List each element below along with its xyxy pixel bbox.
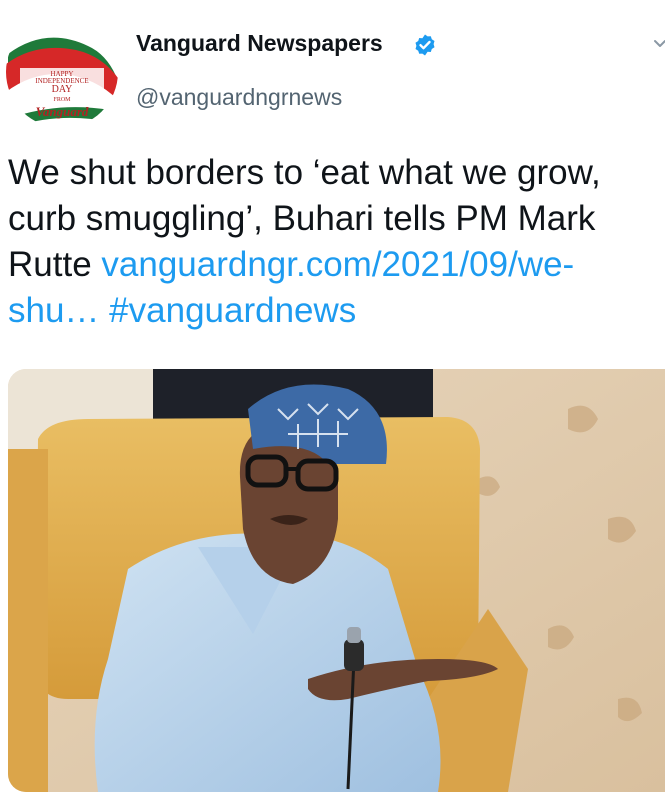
tweet-text: We shut borders to ‘eat what we grow, cu…: [8, 150, 648, 334]
chevron-down-icon[interactable]: [652, 36, 665, 52]
avatar[interactable]: HAPPY INDEPENDENCE DAY FROM Vanguard: [6, 16, 118, 128]
display-name[interactable]: Vanguard Newspapers: [136, 30, 383, 57]
verified-badge-icon: [415, 34, 435, 56]
avatar-image: HAPPY INDEPENDENCE DAY FROM Vanguard: [6, 16, 118, 128]
tweet-media-photo[interactable]: [8, 369, 665, 792]
tweet: HAPPY INDEPENDENCE DAY FROM Vanguard Van…: [0, 0, 665, 800]
avatar-text-3: DAY: [52, 84, 73, 95]
avatar-text-4: FROM: [53, 97, 71, 103]
handle[interactable]: @vanguardngrnews: [136, 84, 342, 111]
photo-image: [8, 369, 665, 792]
avatar-logo-text: Vanguard: [36, 104, 89, 119]
hashtag-link[interactable]: #vanguardnews: [109, 291, 356, 330]
